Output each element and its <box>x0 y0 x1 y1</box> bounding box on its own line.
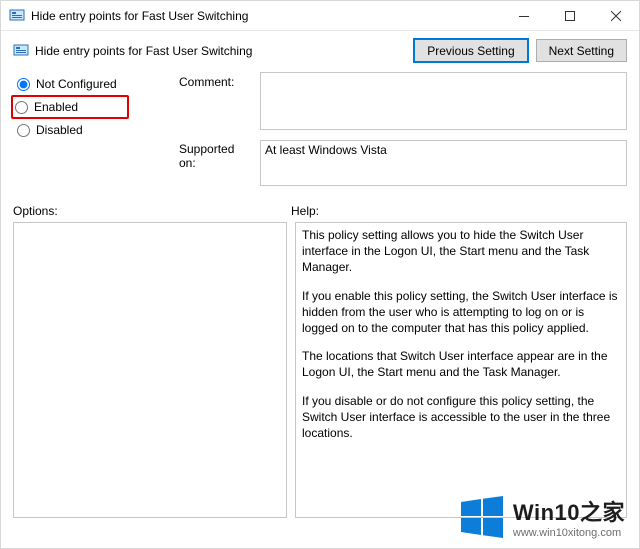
maximize-button[interactable] <box>547 1 593 31</box>
supported-on-field: At least Windows Vista <box>260 140 627 186</box>
radio-not-configured-input[interactable] <box>17 78 30 91</box>
radio-disabled[interactable]: Disabled <box>13 118 173 142</box>
help-paragraph: The locations that Switch User interface… <box>302 348 620 380</box>
config-area: Not Configured Enabled Disabled Comment:… <box>1 66 639 186</box>
previous-setting-button[interactable]: Previous Setting <box>414 39 527 62</box>
radio-disabled-label: Disabled <box>36 123 83 137</box>
close-button[interactable] <box>593 1 639 31</box>
radio-enabled[interactable]: Enabled <box>11 95 129 119</box>
help-label: Help: <box>291 204 627 218</box>
lower-labels: Options: Help: <box>13 204 627 218</box>
policy-icon <box>13 43 29 59</box>
help-paragraph: If you disable or do not configure this … <box>302 393 620 442</box>
supported-on-label: Supported on: <box>179 130 254 170</box>
options-label: Options: <box>13 204 291 218</box>
policy-icon <box>9 8 25 24</box>
radio-enabled-input[interactable] <box>15 101 28 114</box>
help-paragraph: If you enable this policy setting, the S… <box>302 288 620 337</box>
next-setting-button[interactable]: Next Setting <box>536 39 627 62</box>
minimize-button[interactable] <box>501 1 547 31</box>
window-title: Hide entry points for Fast User Switchin… <box>31 9 248 23</box>
comment-label: Comment: <box>179 72 254 89</box>
help-paragraph: This policy setting allows you to hide t… <box>302 227 620 276</box>
help-pane: This policy setting allows you to hide t… <box>295 222 627 518</box>
radio-not-configured-label: Not Configured <box>36 77 117 91</box>
options-pane <box>13 222 287 518</box>
state-radio-group: Not Configured Enabled Disabled <box>13 72 173 142</box>
radio-enabled-label: Enabled <box>34 100 78 114</box>
radio-disabled-input[interactable] <box>17 124 30 137</box>
radio-not-configured[interactable]: Not Configured <box>13 72 173 96</box>
comment-field[interactable] <box>260 72 627 130</box>
policy-heading: Hide entry points for Fast User Switchin… <box>35 44 252 58</box>
watermark-url: www.win10xitong.com <box>513 527 625 539</box>
titlebar: Hide entry points for Fast User Switchin… <box>1 1 639 31</box>
lower-split: This policy setting allows you to hide t… <box>13 222 627 518</box>
header-row: Hide entry points for Fast User Switchin… <box>1 31 639 66</box>
